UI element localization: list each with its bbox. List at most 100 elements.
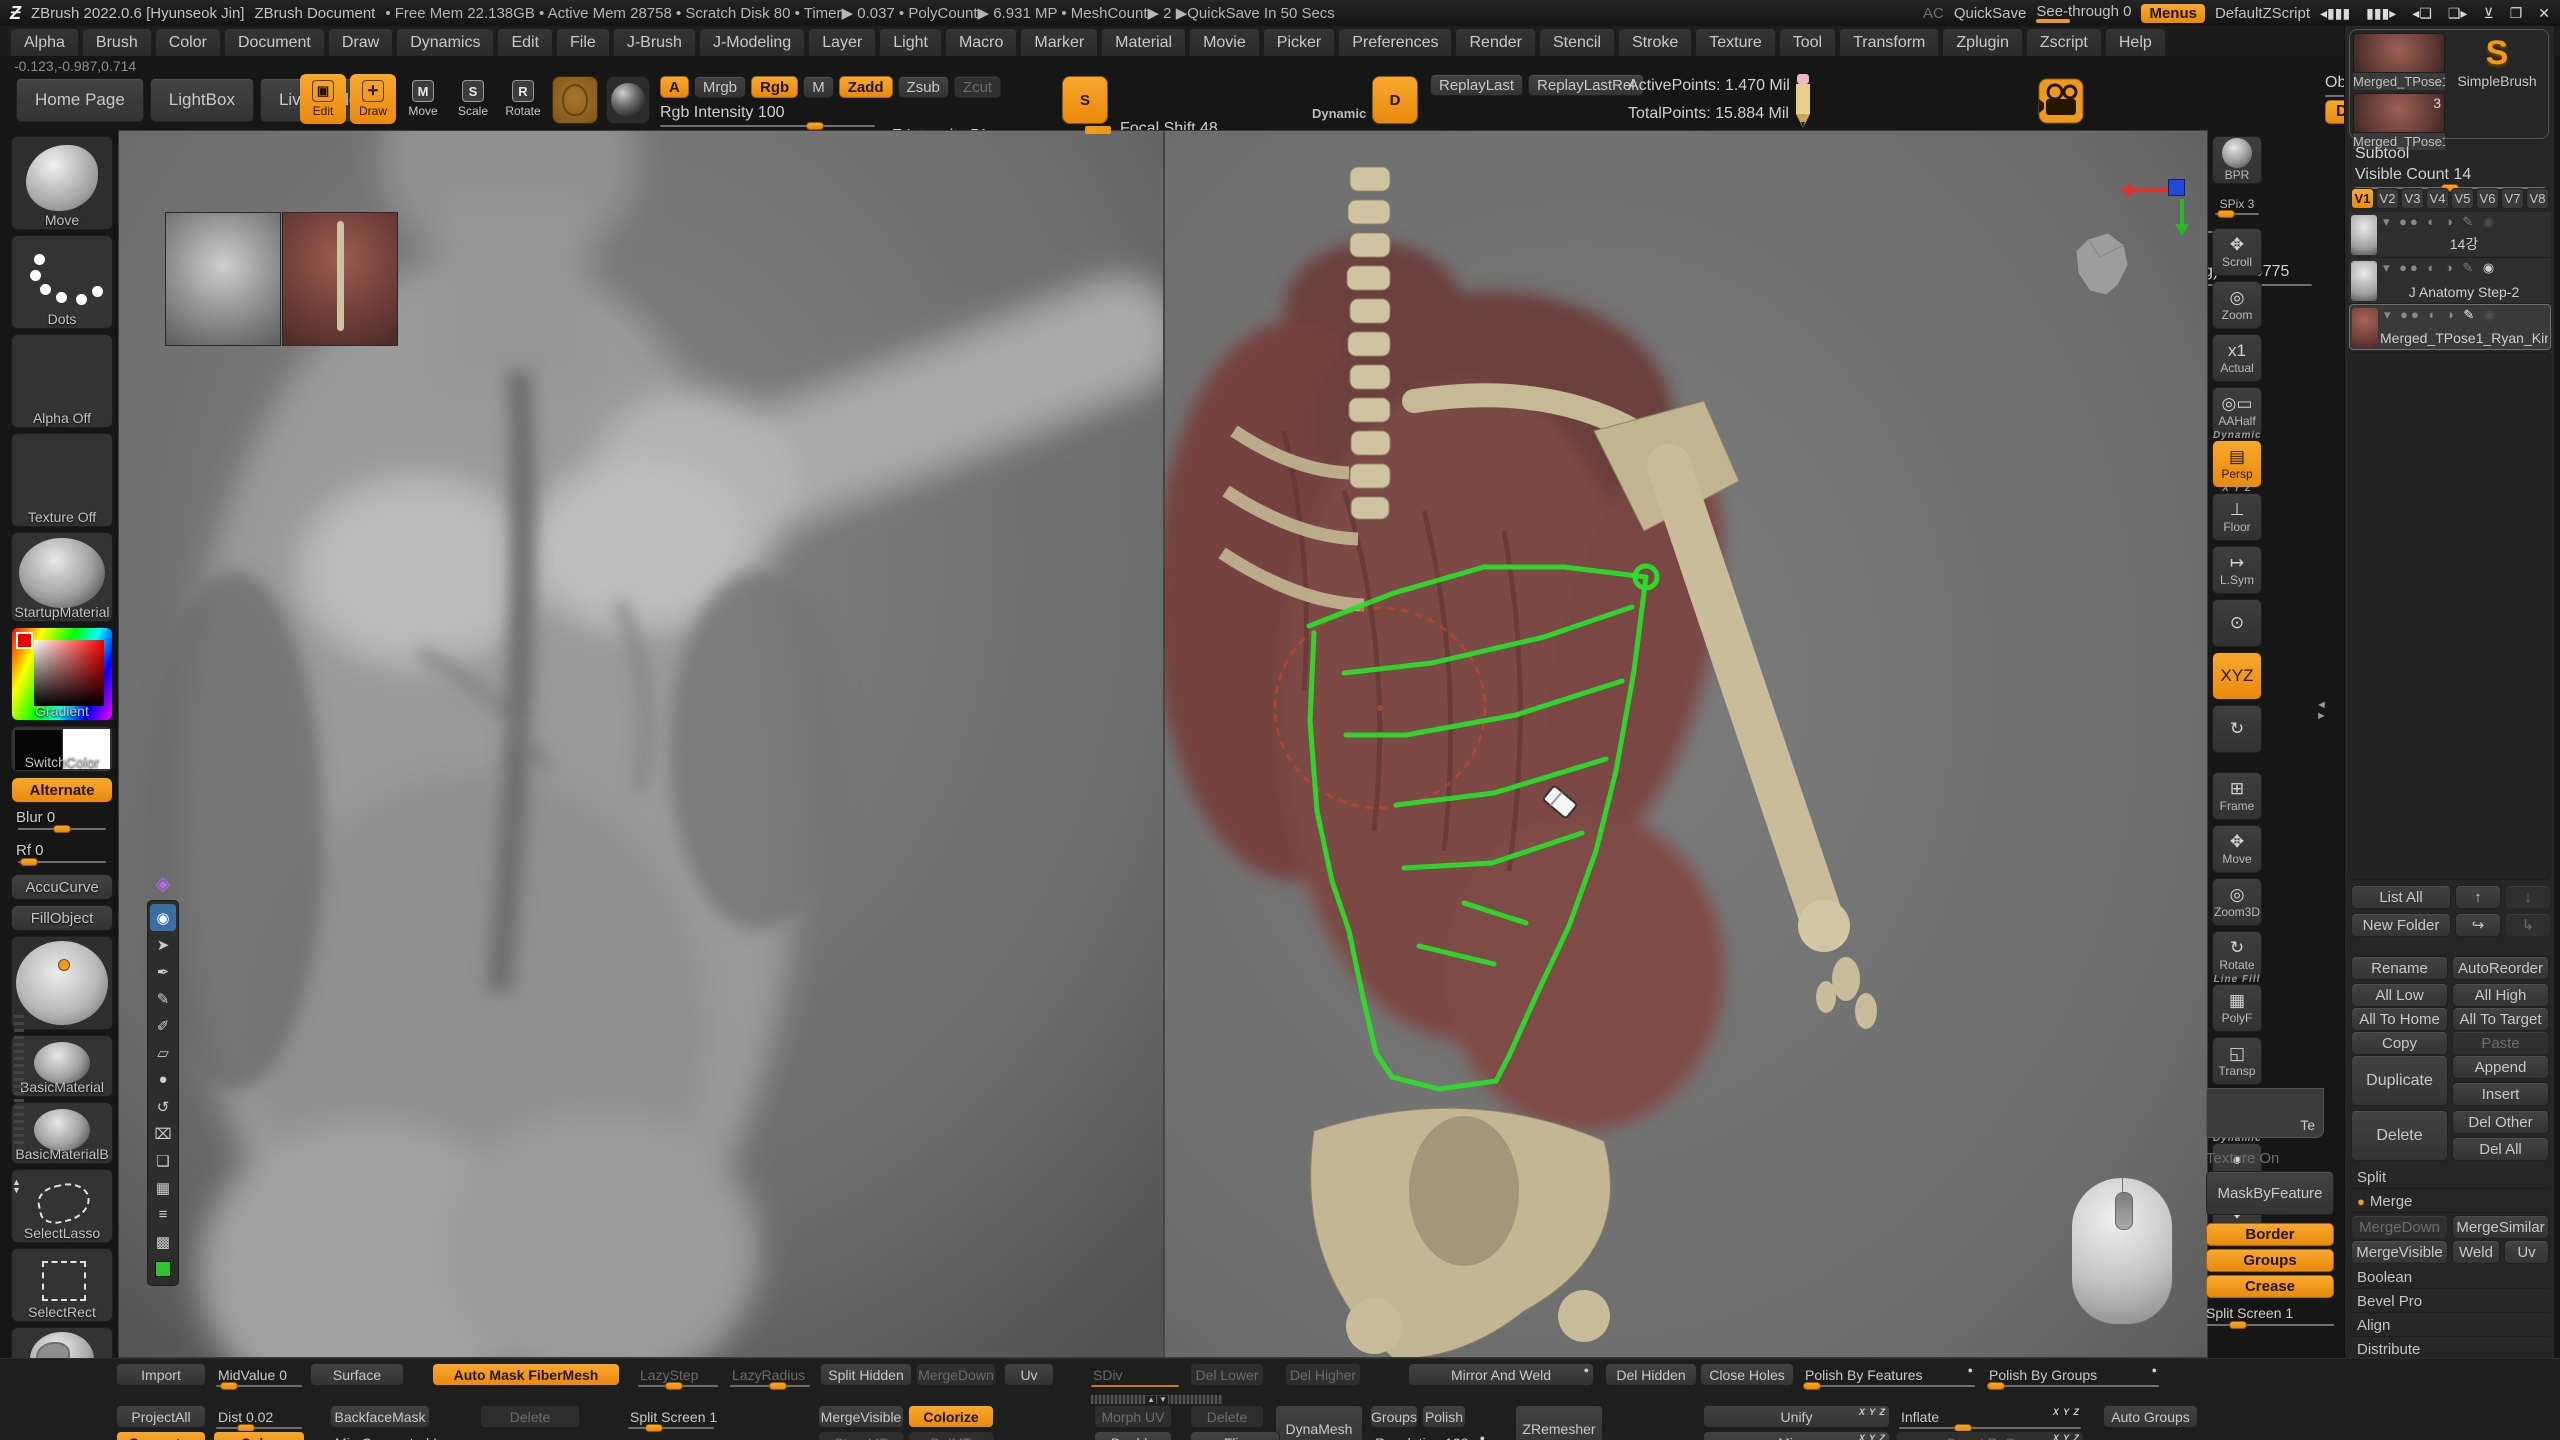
right-shelf-button[interactable]: ⊙	[2212, 599, 2262, 647]
bottom-bar-control[interactable]: Geometry	[116, 1431, 206, 1440]
menu-item[interactable]: Layer	[808, 28, 876, 56]
bottom-bar-control[interactable]: Colorize	[908, 1405, 994, 1428]
transform-button[interactable]: SScale	[450, 74, 496, 124]
res-low-high-button[interactable]: All High	[2452, 983, 2549, 1007]
axis-gizmo-z-square[interactable]	[2168, 179, 2185, 196]
bottom-bar-control[interactable]: Uv	[1004, 1363, 1054, 1386]
menu-item[interactable]: Picker	[1263, 28, 1335, 56]
transform-button[interactable]: ✛Draw	[350, 74, 396, 124]
simplebrush-logo-icon[interactable]: S	[2449, 33, 2545, 73]
left-shelf-item[interactable]: Alpha Off	[11, 334, 113, 428]
shelf-scroll-arrows[interactable]: ▲▼	[12, 1178, 21, 1194]
menu-item[interactable]: Zscript	[2026, 28, 2102, 56]
menu-item[interactable]: J-Brush	[613, 28, 696, 56]
merge-visible-weld-uv-button[interactable]: Weld	[2452, 1240, 2500, 1264]
bottom-bar-control[interactable]: ProjectAll	[116, 1405, 206, 1428]
panel-section-row[interactable]: Align	[2351, 1314, 2549, 1337]
right-shelf-button[interactable]: ⊞ Frame	[2212, 772, 2262, 820]
version-tab[interactable]: V5	[2451, 188, 2474, 209]
mini-tool-button[interactable]: ❏	[150, 1147, 176, 1174]
list-all-button[interactable]: ↑	[2455, 885, 2501, 909]
res-low-high-button[interactable]: All Low	[2351, 983, 2448, 1007]
bottom-bar-control[interactable]: Auto Mask FiberMesh	[432, 1363, 620, 1386]
menu-item[interactable]: Color	[155, 28, 221, 56]
menus-toggle-button[interactable]: Menus	[2141, 4, 2205, 23]
bottom-bar-control[interactable]: Surface	[310, 1363, 404, 1386]
right-shelf-button[interactable]: ◎ Zoom	[2212, 281, 2262, 329]
merge-section[interactable]: ●Merge	[2351, 1190, 2549, 1213]
menu-item[interactable]: Light	[879, 28, 942, 56]
replay-button[interactable]: ReplayLastRel	[1528, 74, 1644, 96]
panel-section-row[interactable]: Bevel Pro	[2351, 1290, 2549, 1313]
left-shelf-item[interactable]: Rf 0	[11, 841, 113, 869]
shelf-scroll-right-icon[interactable]: ▮▮▮▸	[2366, 5, 2396, 22]
bottom-bar-control[interactable]: ●Polish By Groups	[1984, 1363, 2162, 1386]
copy-paste-button[interactable]: Copy	[2351, 1031, 2448, 1055]
list-all-button[interactable]: ↓	[2505, 885, 2551, 909]
bottom-bar-control[interactable]: Min Connected I	[330, 1431, 430, 1440]
bottom-bar-control[interactable]: Delete	[1190, 1405, 1264, 1428]
menu-item[interactable]: Movie	[1189, 28, 1260, 56]
close-button[interactable]: ✕	[2538, 5, 2550, 22]
bottom-bar-control[interactable]: Del Higher	[1285, 1363, 1361, 1386]
sdiv-stepper[interactable]: ▲▼	[1091, 1395, 1223, 1404]
version-tab[interactable]: V8	[2526, 188, 2549, 209]
mini-tool-button[interactable]: ▩	[150, 1228, 176, 1255]
left-shelf-item[interactable]: Dots	[11, 235, 113, 329]
bottom-bar-control[interactable]: Flip	[1190, 1431, 1280, 1440]
bottom-bar-control[interactable]: StoreMT	[818, 1431, 904, 1440]
mini-tool-button[interactable]: ▱	[150, 1039, 176, 1066]
bottom-bar-control[interactable]: Dist 0.02	[213, 1405, 305, 1428]
left-shelf-item[interactable]	[11, 936, 113, 1030]
bottom-bar-control[interactable]: Import	[116, 1363, 206, 1386]
bottom-bar-control[interactable]: Morph UV	[1094, 1405, 1172, 1428]
panel-section-row[interactable]: Boolean	[2351, 1266, 2549, 1289]
all-to-button[interactable]: All To Target	[2452, 1007, 2549, 1031]
bottom-bar-control[interactable]: LazyRadius	[727, 1363, 813, 1386]
mask-by-feature-button[interactable]: MaskByFeature	[2206, 1171, 2334, 1215]
replay-button[interactable]: ReplayLast	[1430, 74, 1523, 96]
right-shelf-button[interactable]: Line Fill ▦ PolyF	[2212, 984, 2262, 1032]
merge-down-similar-button[interactable]: MergeDown	[2351, 1215, 2448, 1239]
menu-item[interactable]: File	[556, 28, 610, 56]
menu-item[interactable]: Zplugin	[1942, 28, 2022, 56]
del-other-button[interactable]: Del Other	[2452, 1110, 2549, 1134]
bottom-bar-control[interactable]: Auto Groups	[2103, 1405, 2198, 1428]
version-tab[interactable]: V6	[2476, 188, 2499, 209]
mini-tool-button[interactable]: ↺	[150, 1093, 176, 1120]
right-shelf-button[interactable]: BPR	[2212, 136, 2262, 184]
insert-button[interactable]: Insert	[2452, 1082, 2549, 1106]
current-material-tile[interactable]	[606, 76, 650, 124]
version-tab[interactable]: V7	[2501, 188, 2524, 209]
left-shelf-item[interactable]: StartupMaterial	[11, 532, 113, 622]
dynamic-tag[interactable]: Dynamic	[1312, 106, 1366, 121]
border-button[interactable]: Border	[2206, 1223, 2334, 1246]
del-all-button[interactable]: Del All	[2452, 1137, 2549, 1161]
menu-item[interactable]: Transform	[1839, 28, 1939, 56]
stroke-type-icon[interactable]: S	[1062, 76, 1108, 124]
see-through-slider[interactable]: See-through 0	[2036, 3, 2131, 23]
paint-mode-button[interactable]: Mrgb	[694, 76, 746, 98]
left-shelf-item[interactable]: SelectRect	[11, 1248, 113, 1322]
paint-mode-button[interactable]: Zsub	[898, 76, 949, 98]
menu-item[interactable]: Document	[224, 28, 325, 56]
mini-tool-button[interactable]: ➤	[150, 931, 176, 958]
bottom-bar-control[interactable]: Del Lower	[1190, 1363, 1264, 1386]
paint-mode-button[interactable]: Rgb	[751, 76, 798, 98]
paint-mode-button[interactable]: A	[660, 76, 689, 98]
subtool-row-icons[interactable]: ▾ ●● ◐ ◑ ✎ ◉	[2383, 260, 2497, 276]
bottom-bar-control[interactable]: Delete	[480, 1405, 580, 1428]
left-shelf-item[interactable]: BasicMaterialB	[11, 1102, 113, 1164]
dock-left-icon[interactable]: ◂❏	[2412, 5, 2432, 22]
right-shelf-button[interactable]: ✥ Scroll	[2212, 228, 2262, 276]
menu-item[interactable]: Help	[2105, 28, 2166, 56]
current-brush-tile[interactable]	[552, 76, 598, 124]
nav-button[interactable]: LightBox	[150, 78, 254, 122]
restore-button[interactable]: ❐	[2510, 5, 2523, 22]
merge-visible-weld-uv-button[interactable]: Uv	[2504, 1240, 2549, 1264]
version-tab[interactable]: V4	[2426, 188, 2449, 209]
bottom-bar-control[interactable]: BackfaceMask	[330, 1405, 430, 1428]
bottom-bar-control[interactable]: Polish	[1422, 1405, 1466, 1428]
left-shelf-item[interactable]: FillObject	[11, 905, 113, 931]
right-shelf-button[interactable]: ↻	[2212, 705, 2262, 753]
